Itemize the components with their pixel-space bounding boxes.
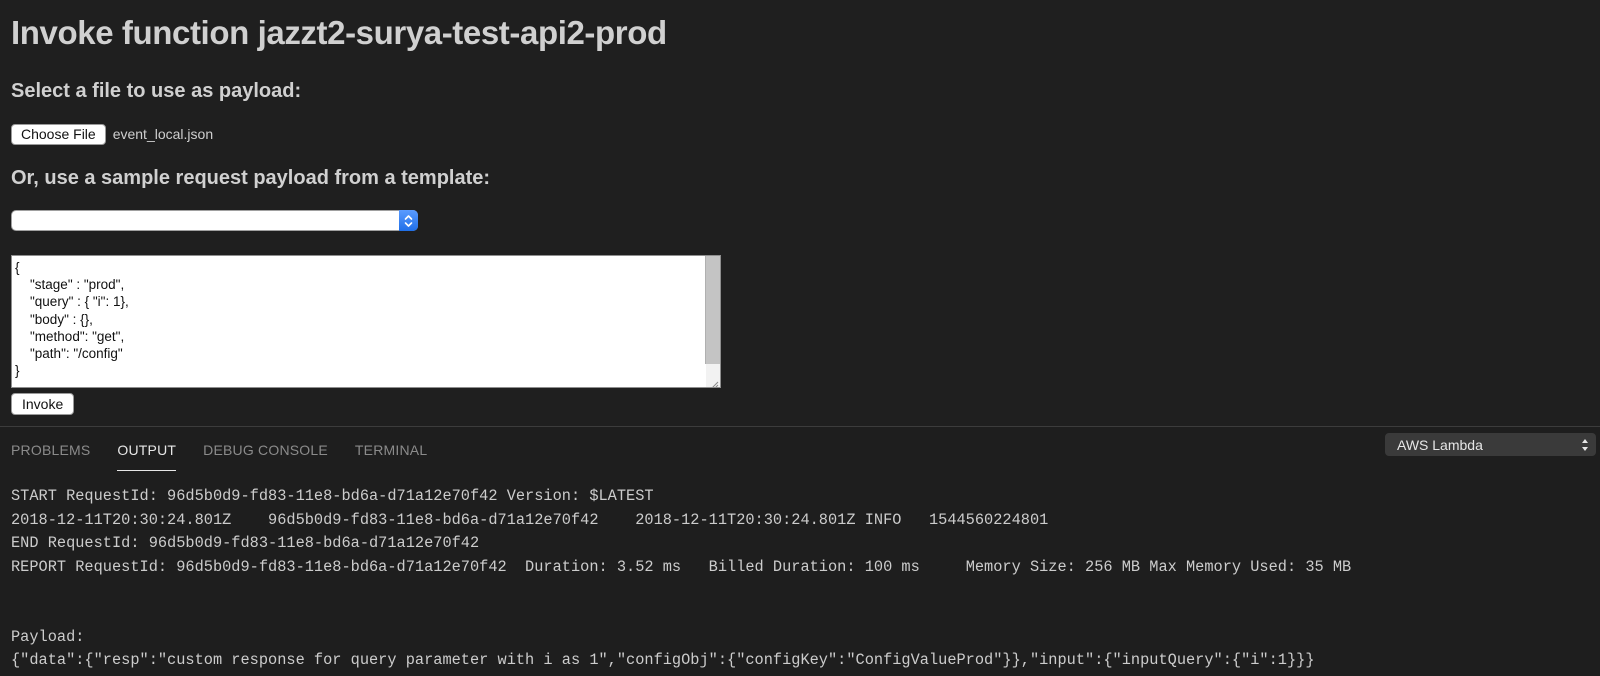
output-log[interactable]: START RequestId: 96d5b0d9-fd83-11e8-bd6a…	[0, 474, 1600, 676]
tab-terminal[interactable]: TERMINAL	[355, 427, 427, 473]
template-select[interactable]	[11, 210, 418, 231]
output-line: START RequestId: 96d5b0d9-fd83-11e8-bd6a…	[11, 487, 654, 506]
output-line: Payload:	[11, 627, 85, 646]
dropdown-updown-icon	[1581, 437, 1589, 453]
output-line: END RequestId: 96d5b0d9-fd83-11e8-bd6a-d…	[11, 534, 480, 553]
payload-textarea[interactable]: { "stage" : "prod", "query" : { "i": 1},…	[11, 255, 721, 388]
output-lines: START RequestId: 96d5b0d9-fd83-11e8-bd6a…	[11, 474, 1351, 673]
resize-grip-icon[interactable]	[709, 376, 719, 387]
output-line: 2018-12-11T20:30:24.801Z 96d5b0d9-fd83-1…	[11, 510, 1049, 529]
page-title: Invoke function jazzt2-surya-test-api2-p…	[11, 14, 667, 51]
choose-file-button[interactable]: Choose File	[11, 123, 106, 145]
tab-output[interactable]: OUTPUT	[117, 427, 176, 473]
payload-json: { "stage" : "prod", "query" : { "i": 1},…	[15, 260, 129, 379]
file-picker: Choose File event_local.json	[11, 123, 213, 145]
bottom-panel: PROBLEMS OUTPUT DEBUG CONSOLE TERMINAL A…	[0, 426, 1600, 676]
invoke-webview: Invoke function jazzt2-surya-test-api2-p…	[0, 0, 1600, 425]
selected-file-name: event_local.json	[112, 126, 214, 142]
tab-problems[interactable]: PROBLEMS	[11, 427, 90, 473]
textarea-scrollbar[interactable]	[705, 256, 720, 364]
template-section-label: Or, use a sample request payload from a …	[11, 167, 491, 189]
panel-tabs: PROBLEMS OUTPUT DEBUG CONSOLE TERMINAL	[11, 427, 454, 473]
select-updown-arrows-icon	[399, 210, 418, 231]
output-channel-select[interactable]: AWS Lambda	[1385, 433, 1596, 456]
output-channel-value: AWS Lambda	[1397, 437, 1483, 453]
invoke-button[interactable]: Invoke	[11, 393, 75, 415]
output-line: {"data":{"resp":"custom response for que…	[11, 651, 1315, 670]
output-line: REPORT RequestId: 96d5b0d9-fd83-11e8-bd6…	[11, 557, 1352, 576]
tab-debug-console[interactable]: DEBUG CONSOLE	[203, 427, 328, 473]
file-section-label: Select a file to use as payload:	[11, 80, 302, 102]
